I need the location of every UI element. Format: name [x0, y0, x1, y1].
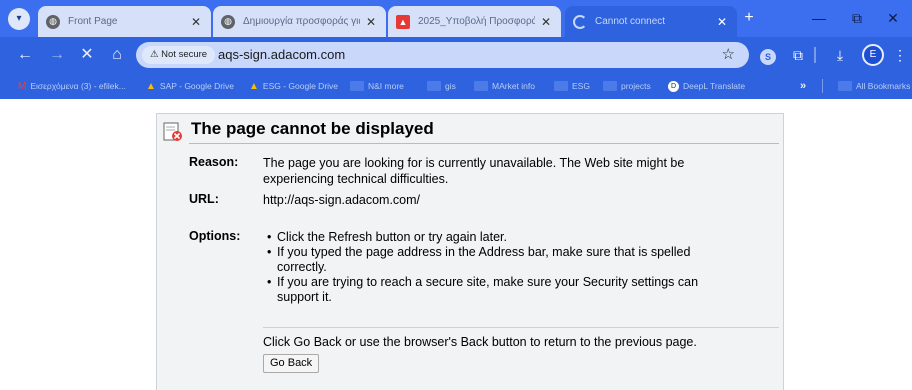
bookmark-star-icon[interactable]: ☆	[722, 42, 735, 68]
folder-icon	[838, 81, 852, 91]
tab-strip: ▾ ◍ Front Page ✕ ◍ Δημιουργία προσφοράς …	[0, 0, 912, 37]
tab-title: Cannot connect	[595, 16, 666, 27]
option-text: Click the Refresh button or try again la…	[277, 230, 507, 244]
extension-s-icon[interactable]: S	[758, 45, 778, 65]
drive-icon: ▲	[146, 80, 156, 92]
url-text[interactable]: aqs-sign.adacom.com	[218, 42, 345, 68]
bookmark-label: DeepL Translate	[683, 81, 746, 91]
reason-label: Reason:	[189, 155, 239, 169]
back-button[interactable]: ←	[14, 44, 36, 66]
bookmark-label: ESG - Google Drive	[262, 81, 339, 91]
address-bar[interactable]: ⚠ Not secure aqs-sign.adacom.com ☆	[136, 42, 749, 68]
bookmark-folder-esg[interactable]: ESG	[554, 73, 590, 99]
go-back-button[interactable]: Go Back	[263, 354, 320, 373]
bookmark-deepl[interactable]: D DeepL Translate	[668, 73, 745, 99]
bookmark-label: Εισερχόμενα (3) - efilek...	[30, 81, 126, 91]
bookmarks-divider	[822, 79, 823, 93]
bookmark-label: projects	[621, 81, 651, 91]
tab-front-page[interactable]: ◍ Front Page ✕	[38, 6, 211, 37]
security-chip[interactable]: ⚠ Not secure	[142, 46, 216, 64]
bookmark-label: SAP - Google Drive	[159, 81, 234, 91]
option-item: If you are trying to reach a secure site…	[267, 275, 747, 305]
bookmark-label: gis	[445, 81, 456, 91]
folder-icon	[350, 81, 364, 91]
folder-icon	[474, 81, 488, 91]
option-item: If you typed the page address in the Add…	[267, 245, 747, 275]
reason-line-2: experiencing technical difficulties.	[263, 172, 449, 186]
stop-button[interactable]: ✕	[76, 44, 98, 66]
url-value: http://aqs-sign.adacom.com/	[263, 193, 421, 207]
bookmarks-bar: M Εισερχόμενα (3) - efilek... ▲ SAP - Go…	[0, 73, 912, 99]
page-error-icon	[163, 122, 182, 141]
bookmark-all-bookmarks[interactable]: All Bookmarks	[838, 73, 910, 99]
tab-offer-creation[interactable]: ◍ Δημιουργία προσφοράς για ε ✕	[213, 6, 386, 37]
bookmark-folder-ni-more[interactable]: N&I more	[350, 73, 404, 99]
tab-pdf-submission[interactable]: ▲ 2025_Υποβολή Προσφοράς ε ✕	[388, 6, 561, 37]
bookmark-label: N&I more	[368, 81, 404, 91]
close-icon[interactable]: ✕	[189, 15, 203, 29]
drive-icon: ▲	[249, 80, 259, 92]
bookmark-gmail[interactable]: M Εισερχόμενα (3) - efilek...	[18, 73, 126, 99]
loading-icon	[573, 14, 587, 29]
tab-title: 2025_Υποβολή Προσφοράς ε	[418, 16, 535, 27]
folder-icon	[603, 81, 617, 91]
maximize-button[interactable]: ⧉	[838, 0, 876, 37]
download-icon[interactable]: ⤓	[830, 45, 850, 65]
toolbar-divider	[814, 47, 816, 63]
browser-toolbar: ← → ✕ ⌂ ⚠ Not secure aqs-sign.adacom.com…	[0, 37, 912, 73]
folder-icon	[427, 81, 441, 91]
pdf-icon: ▲	[396, 14, 410, 29]
option-text: If you typed the page address in the Add…	[277, 245, 691, 259]
option-item: Click the Refresh button or try again la…	[267, 230, 747, 245]
tab-title: Front Page	[68, 16, 118, 27]
extensions-puzzle-icon[interactable]: ⧉	[788, 45, 808, 65]
go-back-instructions: Click Go Back or use the browser's Back …	[263, 335, 697, 349]
security-chip-label: Not secure	[161, 49, 208, 60]
reason-line-1: The page you are looking for is currentl…	[263, 156, 685, 170]
option-text: If you are trying to reach a secure site…	[277, 275, 699, 289]
globe-icon: ◍	[46, 14, 60, 29]
option-text-cont: support it.	[277, 290, 332, 304]
deepl-icon: D	[668, 80, 679, 92]
tab-cannot-connect[interactable]: Cannot connect ✕	[565, 6, 737, 37]
folder-icon	[554, 81, 568, 91]
gmail-icon: M	[18, 80, 27, 92]
window-close-button[interactable]: ✕	[874, 0, 912, 37]
home-button[interactable]: ⌂	[106, 44, 128, 66]
warning-icon: ⚠	[150, 49, 162, 60]
url-label: URL:	[189, 192, 219, 206]
title-divider	[189, 143, 779, 144]
profile-avatar[interactable]: E	[862, 44, 884, 66]
minimize-button[interactable]: —	[800, 0, 838, 37]
bookmark-sap-drive[interactable]: ▲ SAP - Google Drive	[146, 73, 234, 99]
bookmark-esg-drive[interactable]: ▲ ESG - Google Drive	[249, 73, 338, 99]
bookmark-label: MArket info	[492, 81, 535, 91]
tab-title: Δημιουργία προσφοράς για ε	[243, 16, 360, 27]
bottom-divider	[263, 327, 779, 328]
options-label: Options:	[189, 229, 241, 243]
close-icon[interactable]: ✕	[539, 15, 553, 29]
bookmark-label: All Bookmarks	[856, 81, 911, 91]
option-text-cont: correctly.	[277, 260, 327, 274]
tab-search-chevron-icon[interactable]: ▾	[8, 8, 30, 30]
bookmark-label: ESG	[572, 81, 590, 91]
page-title: The page cannot be displayed	[191, 119, 434, 138]
bookmark-folder-gis[interactable]: gis	[427, 73, 456, 99]
bookmark-folder-projects[interactable]: projects	[603, 73, 651, 99]
menu-kebab-icon[interactable]: ⋮	[890, 45, 910, 65]
bookmarks-overflow-button[interactable]: »	[800, 73, 806, 99]
options-list: Click the Refresh button or try again la…	[267, 230, 747, 305]
page-content: The page cannot be displayed Reason: The…	[0, 99, 912, 390]
error-panel: The page cannot be displayed Reason: The…	[156, 113, 784, 390]
new-tab-button[interactable]: +	[738, 8, 760, 30]
forward-button[interactable]: →	[46, 44, 68, 66]
close-icon[interactable]: ✕	[364, 15, 378, 29]
globe-icon: ◍	[221, 14, 235, 29]
bookmark-folder-market-info[interactable]: MArket info	[474, 73, 535, 99]
close-icon[interactable]: ✕	[715, 15, 729, 29]
